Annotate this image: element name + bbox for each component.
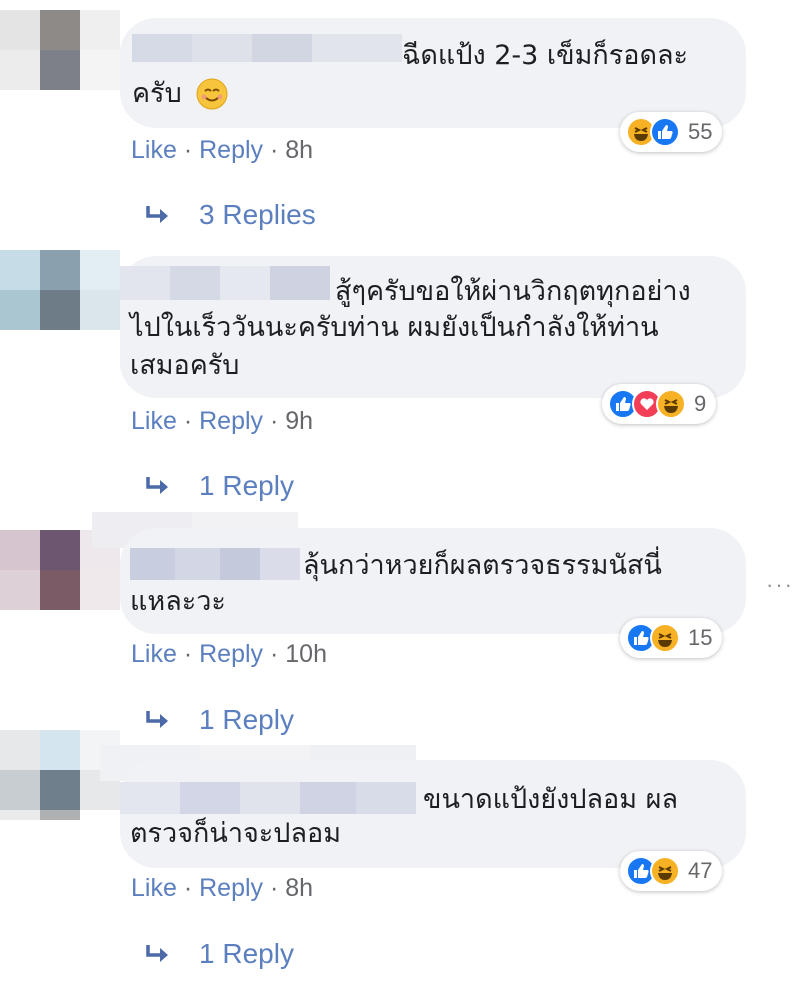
commenter-name[interactable] [120,266,330,300]
reply-link[interactable]: Reply [199,874,263,902]
replies-count[interactable]: 1 Reply [199,704,294,736]
separator: · [269,874,286,902]
comment-text-line-2: ครับ [132,78,182,109]
comment-actions: Like · Reply · 8h [131,874,313,903]
timestamp[interactable]: 10h [285,640,327,668]
reaction-count: 55 [688,119,713,144]
reaction-summary[interactable]: 55 [620,112,723,152]
comment-text-line-3: เสมอครับ [130,350,240,381]
replies-count[interactable]: 3 Replies [199,199,316,231]
timestamp[interactable]: 8h [285,136,313,164]
like-link[interactable]: Like [131,874,177,902]
reaction-count: 9 [694,391,707,416]
view-replies-link[interactable]: 3 Replies [145,199,316,231]
reply-arrow-icon [146,945,168,962]
reply-arrow-icon [146,477,168,494]
comment-actions: Like · Reply · 10h [131,640,327,669]
comment-bubble: สู้ๆครับขอให้ผ่านวิกฤตทุกอย่าง ไปในเร็วว… [120,256,746,398]
separator: · [269,640,286,668]
haha-icon [650,856,680,886]
reply-arrow-icon [146,711,168,728]
reaction-summary[interactable]: 15 [620,618,723,658]
separator: · [183,874,200,902]
commenter-name[interactable] [132,34,402,62]
reaction-count: 47 [688,858,713,883]
commenter-name[interactable] [120,782,416,814]
separator: · [183,136,200,164]
avatar[interactable] [0,250,120,340]
like-link[interactable]: Like [131,407,177,435]
timestamp[interactable]: 9h [285,407,313,435]
comment-text-line-1: สู้ๆครับขอให้ผ่านวิกฤตทุกอย่าง [335,276,691,307]
haha-icon [656,389,686,419]
separator: · [269,136,286,164]
replies-count[interactable]: 1 Reply [199,938,294,970]
separator: · [183,407,200,435]
replies-count[interactable]: 1 Reply [199,470,294,502]
reaction-summary[interactable]: 9 [602,384,717,424]
timestamp[interactable]: 8h [285,874,313,902]
reply-arrow-icon [146,206,168,223]
reply-link[interactable]: Reply [199,136,263,164]
comment-text-line-2-wrap: ครับ [132,76,228,112]
separator: · [269,407,286,435]
more-options-button[interactable]: ··· [766,572,794,598]
view-replies-link[interactable]: 1 Reply [145,938,294,970]
like-link[interactable]: Like [131,136,177,164]
view-replies-link[interactable]: 1 Reply [145,704,294,736]
comment-text-line-1: ฉีดแป้ง 2-3 เข็มก็รอดละ [402,40,689,71]
reaction-count: 15 [688,625,713,650]
reaction-summary[interactable]: 47 [620,851,723,891]
comment-text-line-1: ขนาดแป้งยังปลอม ผล [423,784,678,815]
comment-actions: Like · Reply · 8h [131,136,313,165]
commenter-name[interactable] [130,548,300,580]
haha-icon [650,623,680,653]
view-replies-link[interactable]: 1 Reply [145,470,294,502]
smiling-face-emoji-icon [196,78,228,110]
like-icon [650,117,680,147]
comment-text-line-2: ตรวจก็น่าจะปลอม [130,818,342,849]
reply-link[interactable]: Reply [199,640,263,668]
reply-link[interactable]: Reply [199,407,263,435]
comment-text-line-2: แหละวะ [130,586,226,617]
separator: · [183,640,200,668]
avatar[interactable] [0,0,120,90]
comment-text-line-2: ไปในเร็ววันนะครับท่าน ผมยังเป็นกำลังให้ท… [130,312,659,343]
comment-text-line-1: ลุ้นกว่าหวยก็ผลตรวจธรรมนัสนี่ [303,550,662,581]
comment-actions: Like · Reply · 9h [131,407,313,436]
like-link[interactable]: Like [131,640,177,668]
